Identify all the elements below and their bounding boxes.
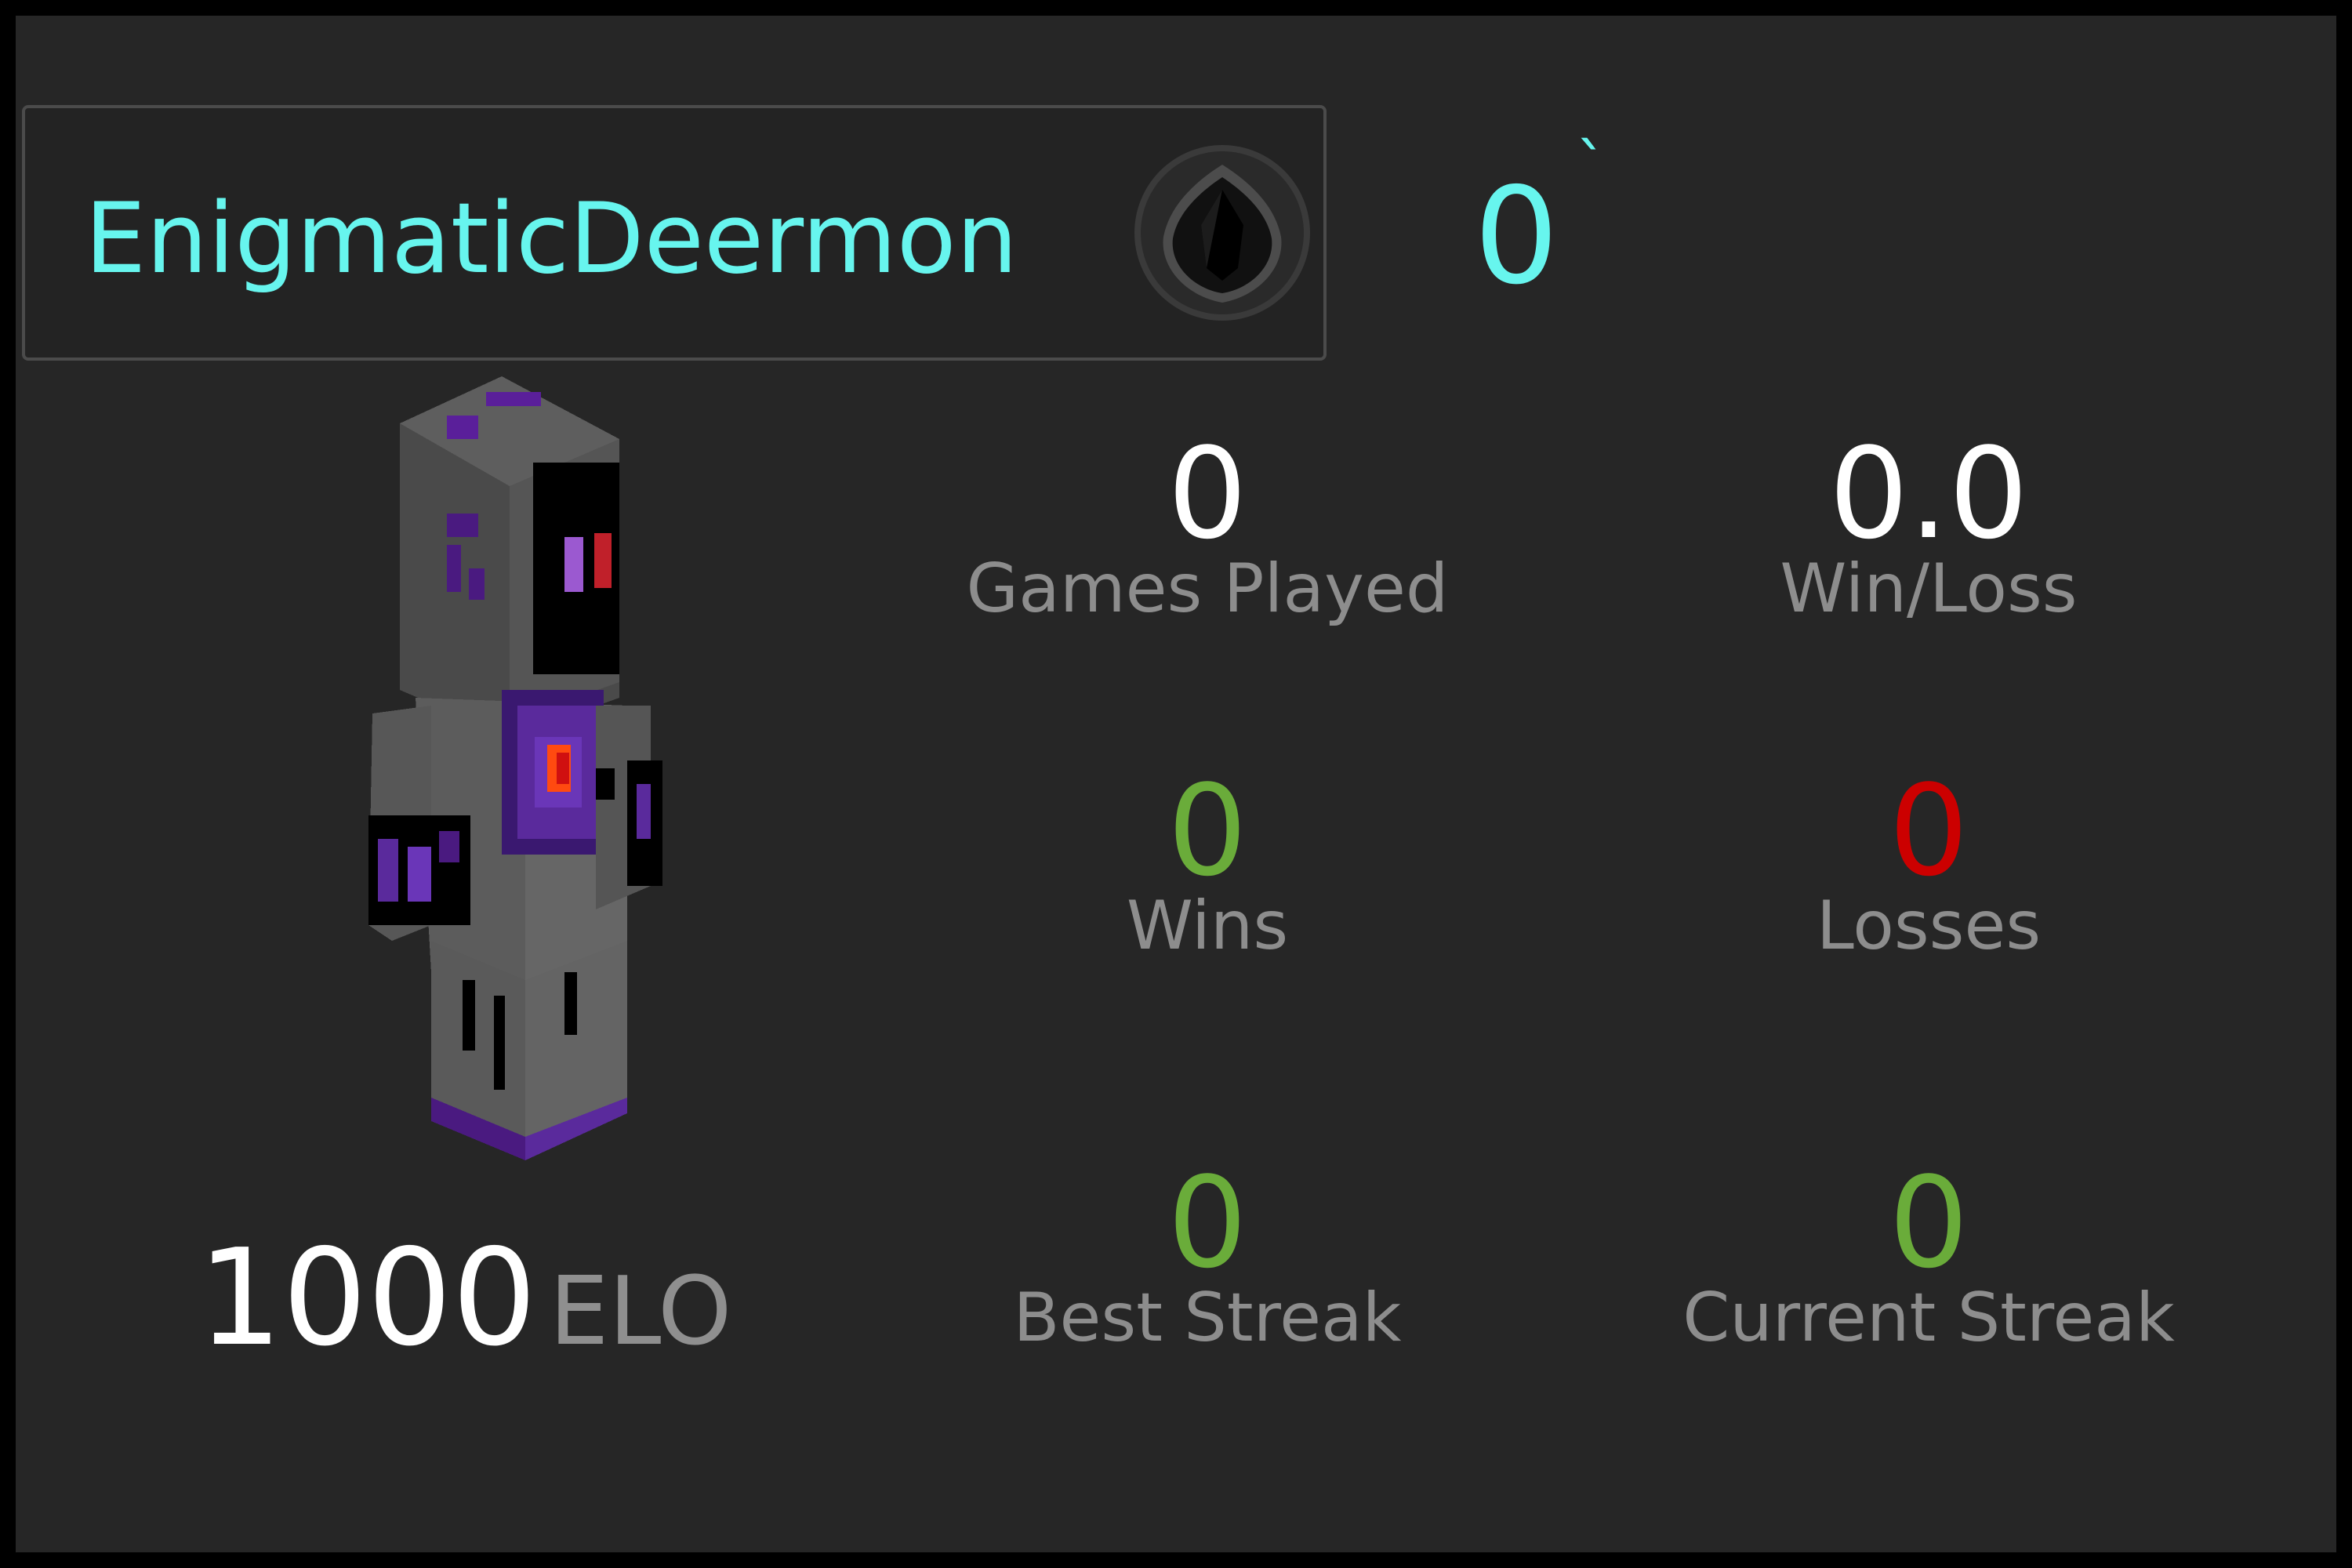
dark-gem-rank-icon bbox=[1134, 145, 1310, 321]
stat-label: Current Streak bbox=[1682, 1279, 2175, 1357]
player-name: EnigmaticDeermon bbox=[85, 183, 1018, 296]
elo-unit: ELO bbox=[549, 1258, 732, 1367]
player-skin bbox=[368, 376, 662, 1160]
stat-value: 0 bbox=[1167, 1149, 1247, 1296]
stat-games-played: 0 Games Played bbox=[933, 423, 1482, 632]
rank-value: 0 bbox=[1474, 159, 1559, 314]
stat-label: Best Streak bbox=[1013, 1279, 1402, 1357]
elo-rating: 1000 ELO bbox=[198, 1212, 746, 1385]
rank-tick: ` bbox=[1576, 130, 1607, 203]
stat-value: 0.0 bbox=[1828, 420, 2029, 567]
elo-value: 1000 bbox=[198, 1221, 537, 1376]
stat-value: 0 bbox=[1167, 757, 1247, 904]
stat-value: 0 bbox=[1889, 757, 1969, 904]
stat-label: Losses bbox=[1816, 887, 2042, 965]
stat-wins: 0 Wins bbox=[933, 760, 1482, 969]
stat-label: Win/Loss bbox=[1780, 550, 2078, 628]
stat-win-loss: 0.0 Win/Loss bbox=[1654, 423, 2203, 632]
stat-current-streak: 0 Current Streak bbox=[1654, 1152, 2203, 1361]
stat-best-streak: 0 Best Streak bbox=[933, 1152, 1482, 1361]
stat-value: 0 bbox=[1889, 1149, 1969, 1296]
stat-label: Games Played bbox=[966, 550, 1449, 628]
stat-label: Wins bbox=[1126, 887, 1289, 965]
player-header: EnigmaticDeermon bbox=[22, 105, 1327, 361]
player-stats-card: EnigmaticDeermon 0 ` 1000 ELO 0 Games Pl… bbox=[16, 16, 2336, 1552]
stat-value: 0 bbox=[1167, 420, 1247, 567]
stat-losses: 0 Losses bbox=[1654, 760, 2203, 969]
